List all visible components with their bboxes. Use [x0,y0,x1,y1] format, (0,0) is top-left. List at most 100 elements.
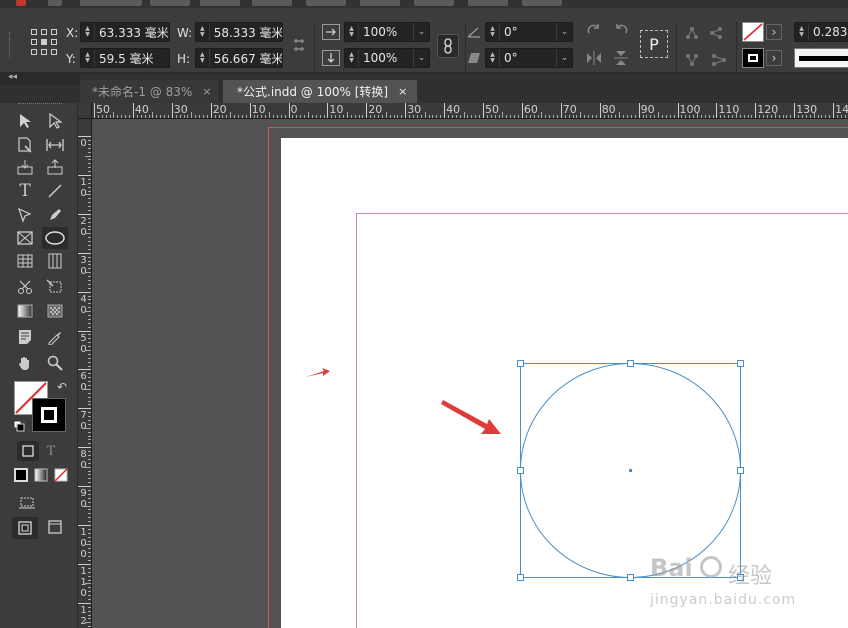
direct-select-icon[interactable] [44,111,66,131]
rotate-ccw-icon[interactable] [612,22,630,40]
chevron-down-icon[interactable]: ⌄ [413,23,429,41]
screen-mode-normal-icon[interactable] [12,517,38,539]
collapse-icon[interactable]: ◂◂ [8,72,17,82]
w-field[interactable]: ▲ ▼ 58.333 毫米 [195,22,283,42]
flip-horizontal-icon[interactable] [585,49,603,67]
fill-none-swatch[interactable] [742,22,764,42]
ruler-minor-tick [307,112,309,118]
shear-field[interactable]: ▲ ▼ 0° ⌄ [485,48,573,68]
h-stepper[interactable]: ▲ ▼ [196,49,210,67]
hand-tool-icon[interactable] [14,353,36,373]
zoom-tool-icon[interactable] [44,353,66,373]
constrain-proportions-icon[interactable] [290,36,308,54]
x-stepper[interactable]: ▲ ▼ [81,23,95,41]
screen-mode-preview-icon[interactable] [44,517,66,537]
flip-vertical-icon[interactable] [612,49,630,67]
apply-gradient-icon[interactable] [30,465,52,485]
ruler-minor-tick [440,115,442,118]
gap-tool-icon[interactable] [44,135,66,155]
shear-value: 0° [504,51,518,65]
swap-fill-stroke-icon[interactable]: ↶ [54,379,70,395]
ruler-major-tick [94,103,95,118]
ruler-minor-tick [265,115,267,118]
reference-point-icon[interactable] [31,29,57,55]
stroke-weight-field[interactable]: ▲ ▼ 0.283 [794,22,848,42]
scale-y-field[interactable]: ▲ ▼ 100% ⌄ [344,48,430,68]
type-tool-icon[interactable]: T [14,181,36,201]
tools-panel-header[interactable]: ◂◂ [0,72,80,85]
ruler-major-tick [78,252,91,254]
eyedropper-icon[interactable] [44,327,66,347]
ruler-minor-tick [85,194,91,196]
stroke-swatch[interactable] [32,398,66,432]
ruler-minor-tick [358,115,360,118]
chevron-down-icon[interactable]: ⌄ [413,49,429,67]
distribute-icon[interactable] [708,25,728,41]
align-top-icon[interactable] [684,25,700,41]
ruler-minor-tick [661,115,663,118]
ruler-origin[interactable] [78,103,92,119]
ruler-minor-tick [829,115,831,118]
w-stepper[interactable]: ▲ ▼ [196,23,210,41]
line-tool-icon[interactable] [44,181,66,201]
close-icon[interactable]: × [202,85,211,98]
rotate-field[interactable]: ▲ ▼ 0° ⌄ [485,22,573,42]
p-reference-icon[interactable]: P [640,30,668,58]
scale-x-field[interactable]: ▲ ▼ 100% ⌄ [344,22,430,42]
link-icon[interactable] [437,34,459,58]
view-mode-icon[interactable] [16,492,38,512]
apply-color-icon[interactable] [10,465,32,485]
ellipse-tool-icon[interactable] [42,227,68,249]
grid-frame-icon[interactable] [44,251,66,271]
stroke-black-swatch[interactable] [742,48,764,68]
align-bottom-icon[interactable] [684,52,700,68]
ruler-minor-tick [529,115,531,118]
tab-untitled[interactable]: *未命名-1 @ 83% × [80,80,218,103]
stroke-type-preview[interactable] [794,48,848,68]
gradient-icon[interactable] [14,301,36,321]
content-collector-icon[interactable] [14,157,36,177]
ruler-minor-tick [350,115,352,118]
chevron-down-icon[interactable]: ⌄ [556,23,572,41]
ruler-major-tick [78,486,91,488]
panel-grip[interactable] [9,32,12,58]
distribute-h-icon[interactable] [708,52,728,68]
x-field[interactable]: ▲ ▼ 63.333 毫米 [80,22,170,42]
formatting-text-icon[interactable]: T [40,441,62,461]
vertical-ruler[interactable]: 0102030405060708090100110120 [78,119,92,628]
scissors-icon[interactable] [14,277,36,297]
table-icon[interactable] [14,251,36,271]
rectangle-frame-icon[interactable] [14,228,36,248]
ruler-minor-tick [319,115,321,118]
ruler-minor-tick [821,115,823,118]
note-icon[interactable] [14,327,36,347]
tab-formula-indd[interactable]: *公式.indd @ 100% [转换] × [223,80,417,103]
page-tool-icon[interactable] [14,135,36,155]
h-field[interactable]: ▲ ▼ 56.667 毫米 [195,48,283,68]
rotate-cw-icon[interactable] [585,22,603,40]
formatting-container-icon[interactable] [17,441,39,461]
pencil-tool-icon[interactable] [44,205,66,225]
document-canvas[interactable]: Bai 经验 jingyan.baidu.com [92,120,848,628]
select-tool-icon[interactable] [14,111,36,131]
ruler-minor-tick [191,112,193,118]
apply-none-icon[interactable] [50,465,72,485]
horizontal-ruler[interactable]: 50 40 30 20 10 0 10 20 30 40 50 60 70 80 90 100 110 120 13… [92,103,848,119]
y-stepper[interactable]: ▲ ▼ [81,49,95,67]
ruler-minor-tick [370,115,372,118]
free-transform-icon[interactable] [44,277,66,297]
ruler-minor-tick [85,466,91,468]
ruler-minor-tick [175,115,177,118]
y-field[interactable]: ▲ ▼ 59.5 毫米 [80,48,170,68]
ruler-minor-tick [226,115,228,118]
content-placer-icon[interactable] [44,157,66,177]
ruler-minor-tick [673,115,675,118]
gradient-feather-icon[interactable] [44,301,66,321]
stroke-chevron-right-icon[interactable]: › [766,50,782,66]
close-icon[interactable]: × [398,85,407,98]
chevron-down-icon[interactable]: ⌄ [556,49,572,67]
default-colors-icon[interactable] [12,419,26,433]
ruler-minor-tick [101,115,103,118]
fill-chevron-right-icon[interactable]: › [766,24,782,40]
pen-tool-icon[interactable] [14,205,36,225]
